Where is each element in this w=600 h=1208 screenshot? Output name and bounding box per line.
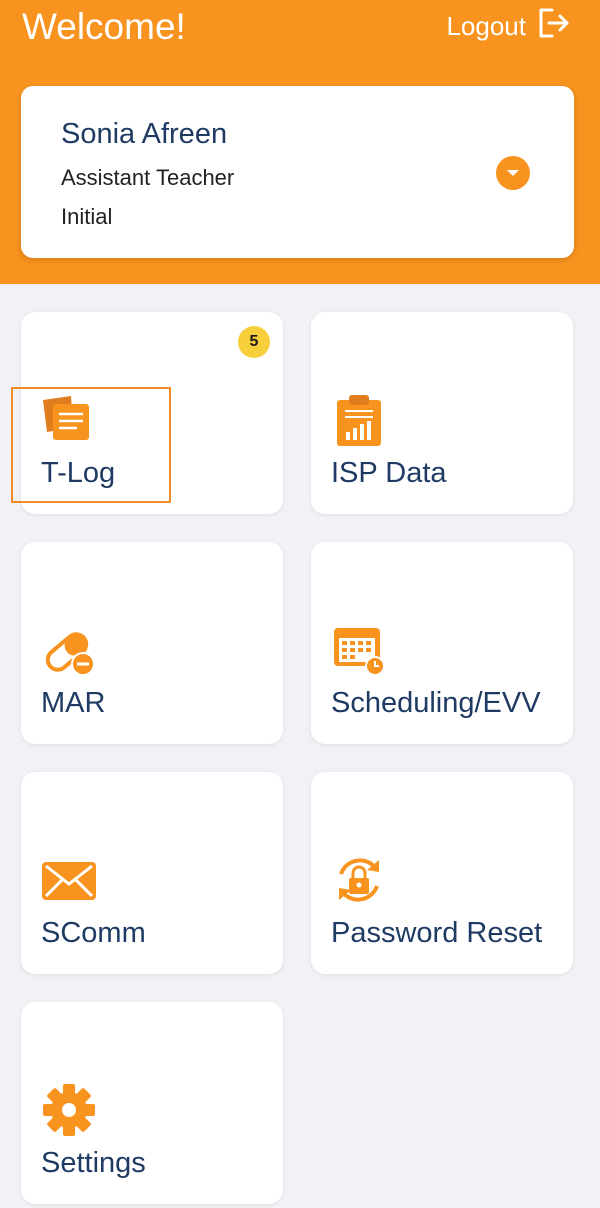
tile-label: ISP Data bbox=[331, 457, 447, 489]
profile-role: Assistant Teacher bbox=[61, 165, 235, 190]
tile-password-reset[interactable]: Password Reset bbox=[311, 772, 573, 974]
profile-name: Sonia Afreen bbox=[61, 118, 228, 150]
tile-label: Scheduling/EVV bbox=[331, 687, 541, 719]
tile-t-log[interactable]: 5 T-Log bbox=[21, 312, 283, 514]
lock-refresh-icon bbox=[331, 852, 387, 908]
tile-label: MAR bbox=[41, 687, 106, 719]
pill-icon bbox=[41, 622, 97, 678]
tile-label: Settings bbox=[41, 1147, 146, 1179]
profile-level: Initial bbox=[61, 204, 113, 229]
tile-scheduling-evv[interactable]: Scheduling/EVV bbox=[311, 542, 573, 744]
chevron-down-icon[interactable] bbox=[496, 156, 530, 190]
notes-icon bbox=[41, 392, 97, 448]
envelope-icon bbox=[41, 852, 97, 908]
tile-settings[interactable]: Settings bbox=[21, 1002, 283, 1204]
tile-label: Password Reset bbox=[331, 917, 543, 949]
tile-isp-data[interactable]: ISP Data bbox=[311, 312, 573, 514]
notification-badge: 5 bbox=[238, 326, 270, 358]
profile-card[interactable]: Sonia Afreen Assistant Teacher Initial bbox=[21, 86, 574, 258]
tile-mar[interactable]: MAR bbox=[21, 542, 283, 744]
clipboard-chart-icon bbox=[331, 392, 387, 448]
tile-label: T-Log bbox=[41, 457, 116, 489]
tile-label: SComm bbox=[41, 917, 146, 949]
gear-icon bbox=[41, 1082, 97, 1138]
tile-scomm[interactable]: SComm bbox=[21, 772, 283, 974]
logout-icon bbox=[536, 5, 572, 48]
calendar-clock-icon bbox=[331, 622, 387, 678]
header-bar: Welcome! Logout Sonia Afreen Assistant T… bbox=[0, 0, 600, 284]
logout-button[interactable]: Logout bbox=[446, 8, 572, 44]
welcome-title: Welcome! bbox=[22, 6, 186, 47]
logout-label: Logout bbox=[446, 10, 526, 41]
